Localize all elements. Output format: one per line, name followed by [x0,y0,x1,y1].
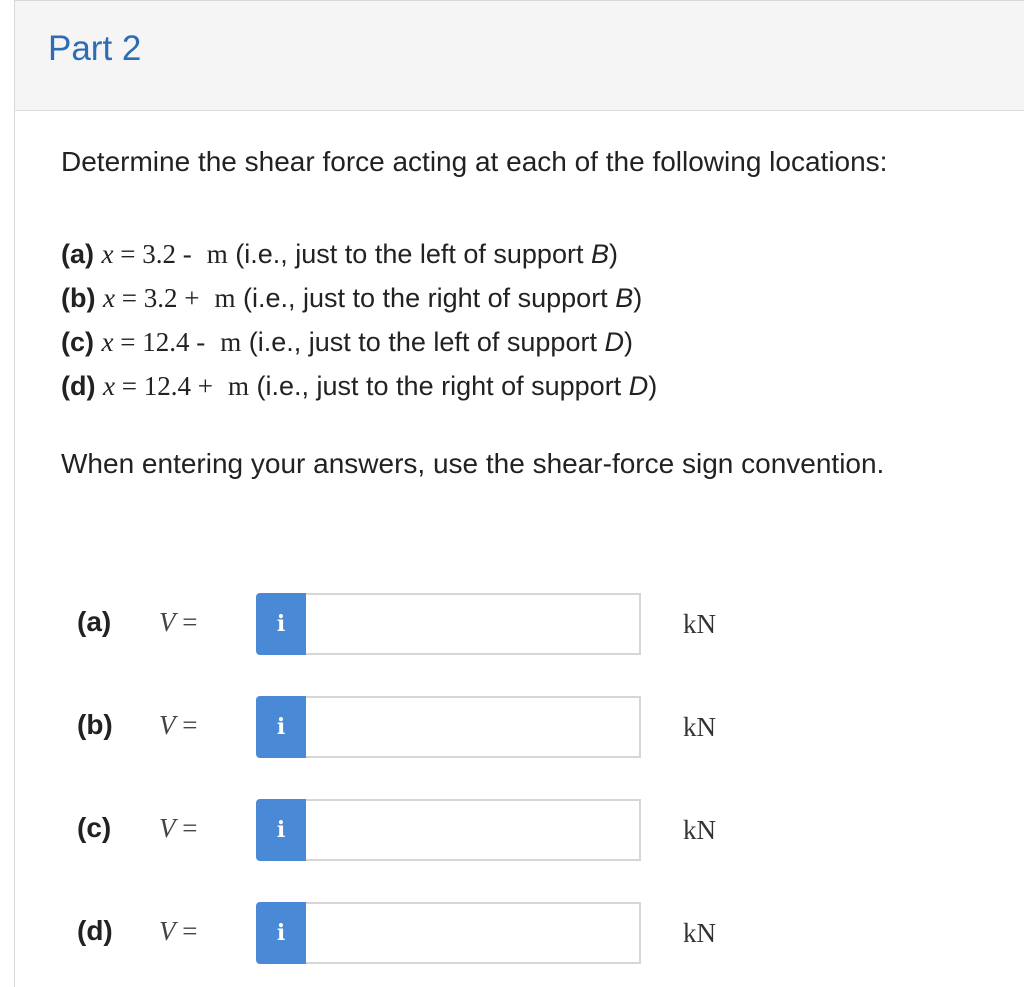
support-name: D [604,327,624,357]
sign-convention-note: When entering your answers, use the shea… [61,448,885,479]
location-label: (d) [61,371,96,401]
answer-variable: V = [159,813,198,843]
part-header: Part 2 [15,1,1024,111]
location-note-end: ) [648,371,658,401]
answer-unit: kN [683,918,716,948]
answer-row-b: (b) V = i kN [77,695,777,759]
location-value: 3.2 - [142,239,192,269]
location-eq: = [113,239,143,269]
answer-label: (b) [77,709,113,740]
answer-label: (d) [77,915,113,946]
location-unit: m [220,327,242,357]
location-eq: = [114,283,144,313]
location-note: (i.e., just to the right of support [243,283,616,313]
answer-row-a: (a) V = i kN [77,592,777,656]
answer-input-a[interactable] [306,593,641,655]
info-icon[interactable]: i [256,902,306,964]
answer-input-c[interactable] [306,799,641,861]
location-item-c: (c) x = 12.4 - m (i.e., just to the left… [61,320,657,364]
answer-unit: kN [683,815,716,845]
info-icon[interactable]: i [256,593,306,655]
answer-input-d[interactable] [306,902,641,964]
answer-label: (a) [77,606,112,637]
answer-unit: kN [683,609,716,639]
location-var: x [101,327,114,357]
support-name: B [590,239,609,269]
location-var: x [103,371,115,401]
answer-variable: V = [159,710,198,740]
location-var: x [101,239,114,269]
answer-row-c: (c) V = i kN [77,798,777,862]
location-var: x [103,283,115,313]
location-eq: = [113,327,143,357]
answer-label: (c) [77,812,112,843]
location-item-b: (b) x = 3.2 + m (i.e., just to the right… [61,276,657,320]
answer-unit: kN [683,712,716,742]
location-list: (a) x = 3.2 - m (i.e., just to the left … [61,232,657,408]
location-note: (i.e., just to the left of support [235,239,591,269]
location-eq: = [114,371,144,401]
answer-row-d: (d) V = i kN [77,901,777,965]
info-icon[interactable]: i [256,696,306,758]
location-unit: m [214,283,236,313]
question-prompt: Determine the shear force acting at each… [61,146,888,177]
location-label: (b) [61,283,96,313]
info-icon[interactable]: i [256,799,306,861]
location-item-a: (a) x = 3.2 - m (i.e., just to the left … [61,232,657,276]
location-item-d: (d) x = 12.4 + m (i.e., just to the righ… [61,364,657,408]
location-note: (i.e., just to the right of support [256,371,629,401]
location-note: (i.e., just to the left of support [248,327,605,357]
support-name: B [615,283,634,313]
location-unit: m [206,239,228,269]
location-value: 3.2 + [143,283,200,313]
location-note-end: ) [633,283,643,313]
part-title: Part 2 [48,29,142,68]
support-name: D [628,371,649,401]
location-note-end: ) [608,239,618,269]
location-label: (c) [61,327,94,357]
location-value: 12.4 + [143,371,213,401]
answer-variable: V = [159,916,198,946]
location-note-end: ) [623,327,633,357]
location-unit: m [227,371,249,401]
answer-input-b[interactable] [306,696,641,758]
answer-variable: V = [159,607,198,637]
location-value: 12.4 - [142,327,206,357]
location-label: (a) [61,239,94,269]
